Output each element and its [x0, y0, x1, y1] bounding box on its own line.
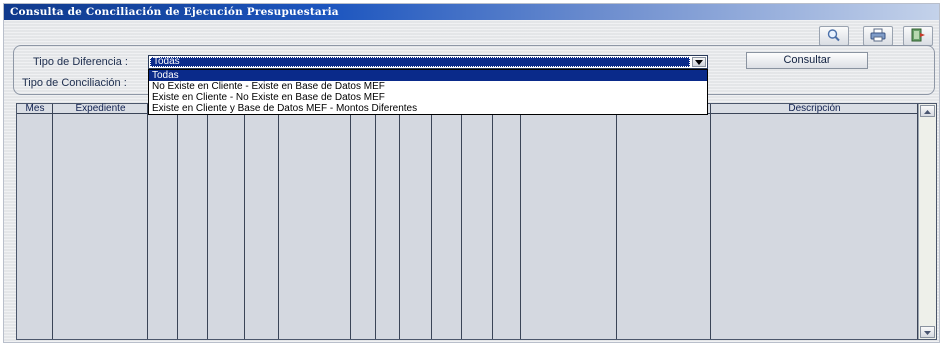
- dropdown-option[interactable]: No Existe en Cliente - Existe en Base de…: [149, 81, 707, 92]
- tipo-diferencia-dropdown: Todas No Existe en Cliente - Existe en B…: [148, 69, 708, 115]
- grid-column: [432, 104, 462, 339]
- chevron-up-icon: [924, 105, 931, 117]
- dropdown-arrow-button[interactable]: [692, 57, 706, 67]
- print-button[interactable]: [863, 26, 893, 46]
- exit-button[interactable]: [903, 26, 933, 46]
- grid-column: [208, 104, 245, 339]
- scroll-up-button[interactable]: [920, 105, 935, 117]
- grid-column-expediente: [53, 104, 148, 339]
- window-title: Consulta de Conciliación de Ejecución Pr…: [4, 4, 939, 20]
- header-descripcion[interactable]: Descripción: [711, 104, 918, 114]
- chevron-down-icon: [695, 56, 703, 68]
- grid-column: [462, 104, 493, 339]
- search-button[interactable]: [819, 26, 849, 46]
- print-icon: [869, 28, 887, 45]
- consultar-button[interactable]: Consultar: [746, 52, 868, 69]
- grid-column: [178, 104, 208, 339]
- exit-icon: [909, 28, 927, 45]
- grid-column: [521, 104, 617, 339]
- tipo-diferencia-select[interactable]: Todas: [148, 55, 708, 69]
- grid-column: [376, 104, 400, 339]
- tipo-diferencia-label: Tipo de Diferencia :: [33, 56, 128, 68]
- dropdown-option[interactable]: Todas: [149, 70, 707, 81]
- chevron-down-icon: [924, 326, 931, 338]
- grid-column: [617, 104, 711, 339]
- grid-column-descripcion: [711, 104, 918, 339]
- scroll-down-button[interactable]: [920, 326, 935, 338]
- grid-column: [351, 104, 376, 339]
- header-expediente[interactable]: Expediente: [53, 104, 148, 114]
- grid-column: [279, 104, 351, 339]
- vertical-scrollbar[interactable]: [918, 104, 936, 339]
- dropdown-option[interactable]: Existe en Cliente y Base de Datos MEF - …: [149, 103, 707, 114]
- tipo-conciliacion-label: Tipo de Conciliación :: [22, 77, 127, 89]
- dropdown-option[interactable]: Existe en Cliente - No Existe en Base de…: [149, 92, 707, 103]
- results-grid[interactable]: Mes Expediente Descripción: [16, 103, 937, 340]
- grid-column: [148, 104, 178, 339]
- tipo-diferencia-value: Todas: [150, 57, 690, 67]
- search-icon: [826, 28, 842, 45]
- grid-column: [400, 104, 432, 339]
- header-mes[interactable]: Mes: [17, 104, 53, 114]
- grid-column: [493, 104, 521, 339]
- grid-column: [245, 104, 279, 339]
- grid-column-mes: [17, 104, 53, 339]
